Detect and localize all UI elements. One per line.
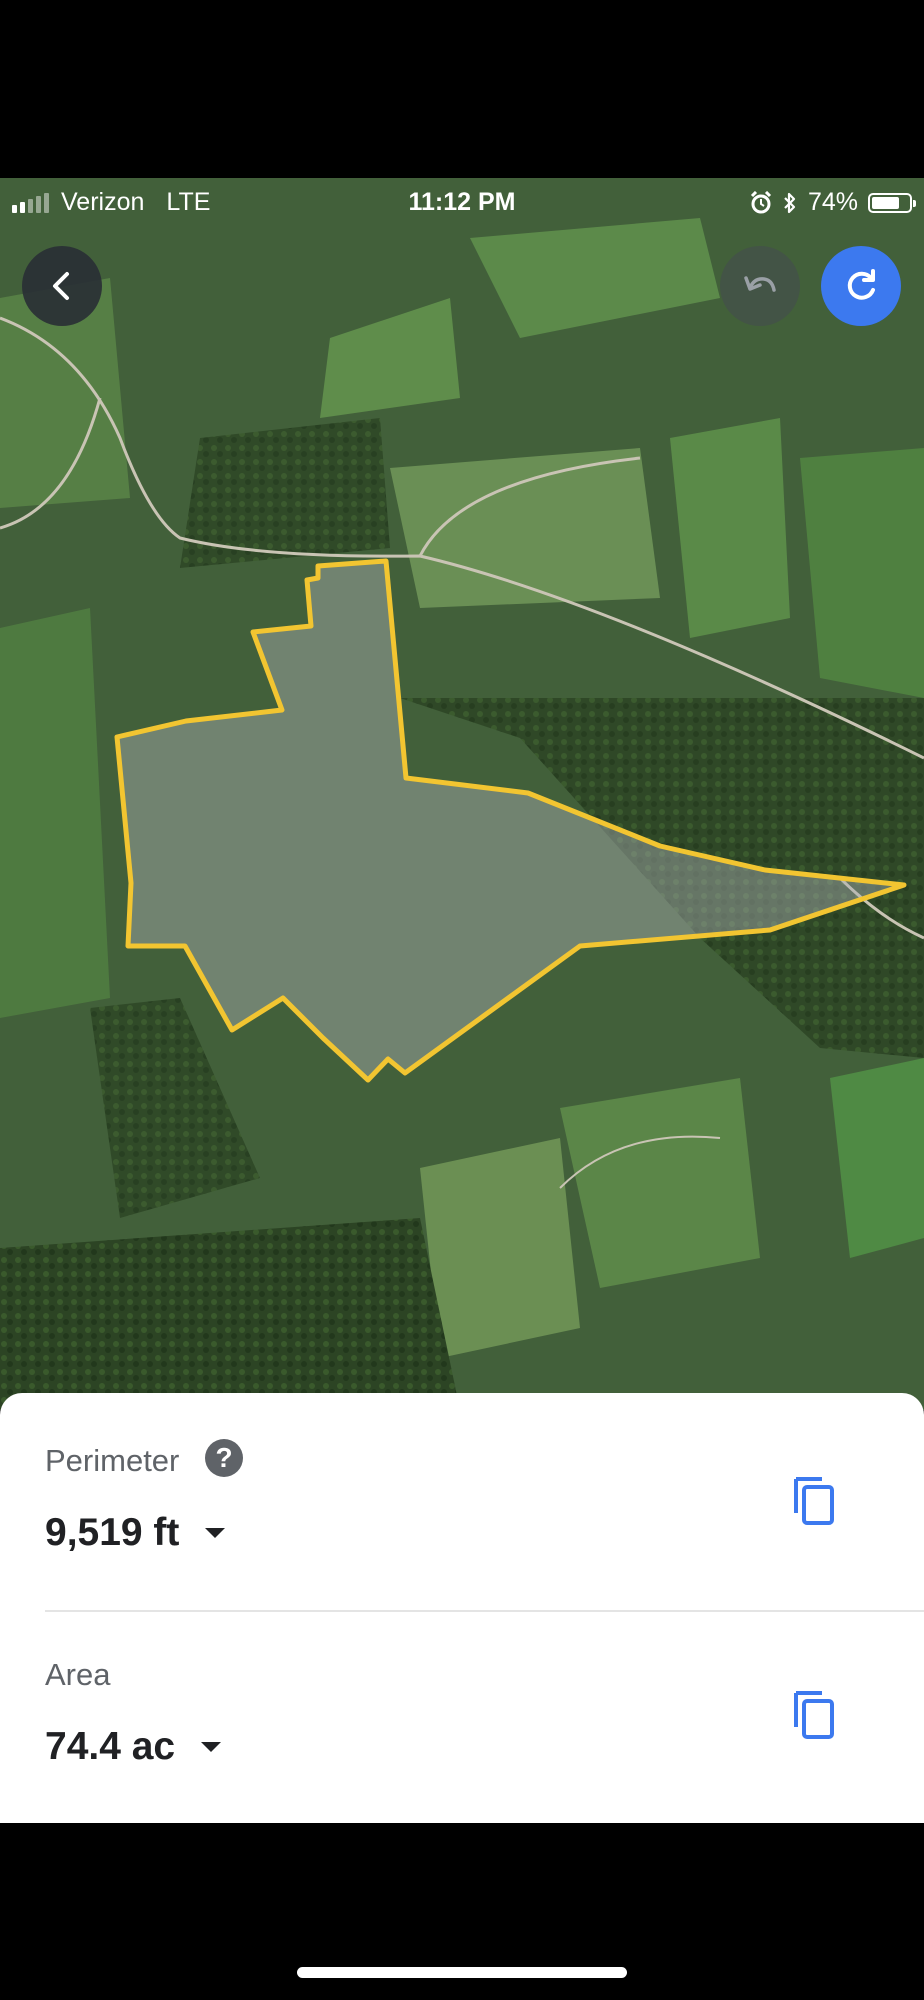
redo-icon (847, 269, 875, 300)
perimeter-value: 9,519 ft (45, 1511, 180, 1554)
copy-icon[interactable] (786, 1685, 846, 1745)
area-value: 74.4 ac (45, 1725, 176, 1768)
dropdown-caret-icon (205, 1528, 226, 1538)
chevron-left-icon (53, 272, 69, 300)
alarm-icon (750, 190, 772, 213)
redo-button[interactable] (821, 246, 901, 326)
status-right: 74% (750, 188, 916, 217)
field (420, 1138, 580, 1358)
map-imagery (0, 178, 924, 1410)
perimeter-unit-dropdown[interactable]: 9,519 ft (45, 1511, 226, 1555)
dropdown-caret-icon (201, 1742, 222, 1752)
battery-fill (872, 196, 899, 209)
field (670, 418, 790, 638)
measurement-panel: Perimeter ? 9,519 ft Area 74.4 ac (0, 1393, 924, 1823)
area-unit-dropdown[interactable]: 74.4 ac (45, 1725, 222, 1769)
forest (0, 1218, 460, 1410)
home-indicator[interactable] (297, 1967, 627, 1978)
satellite-map[interactable] (0, 178, 924, 1410)
top-black-bar (0, 0, 924, 178)
bluetooth-icon (784, 192, 796, 213)
back-button[interactable] (22, 246, 102, 326)
battery-icon (868, 192, 916, 213)
divider (45, 1610, 924, 1612)
help-icon[interactable]: ? (205, 1439, 243, 1477)
area-label: Area (45, 1657, 111, 1692)
copy-icon[interactable] (786, 1471, 846, 1531)
undo-icon (744, 276, 776, 292)
field (390, 448, 660, 608)
perimeter-label: Perimeter (45, 1443, 180, 1478)
field (800, 448, 924, 698)
undo-button[interactable] (720, 246, 800, 326)
battery-percent: 74% (807, 188, 858, 216)
status-bar: Verizon LTE 11:12 PM 74% (0, 178, 924, 224)
